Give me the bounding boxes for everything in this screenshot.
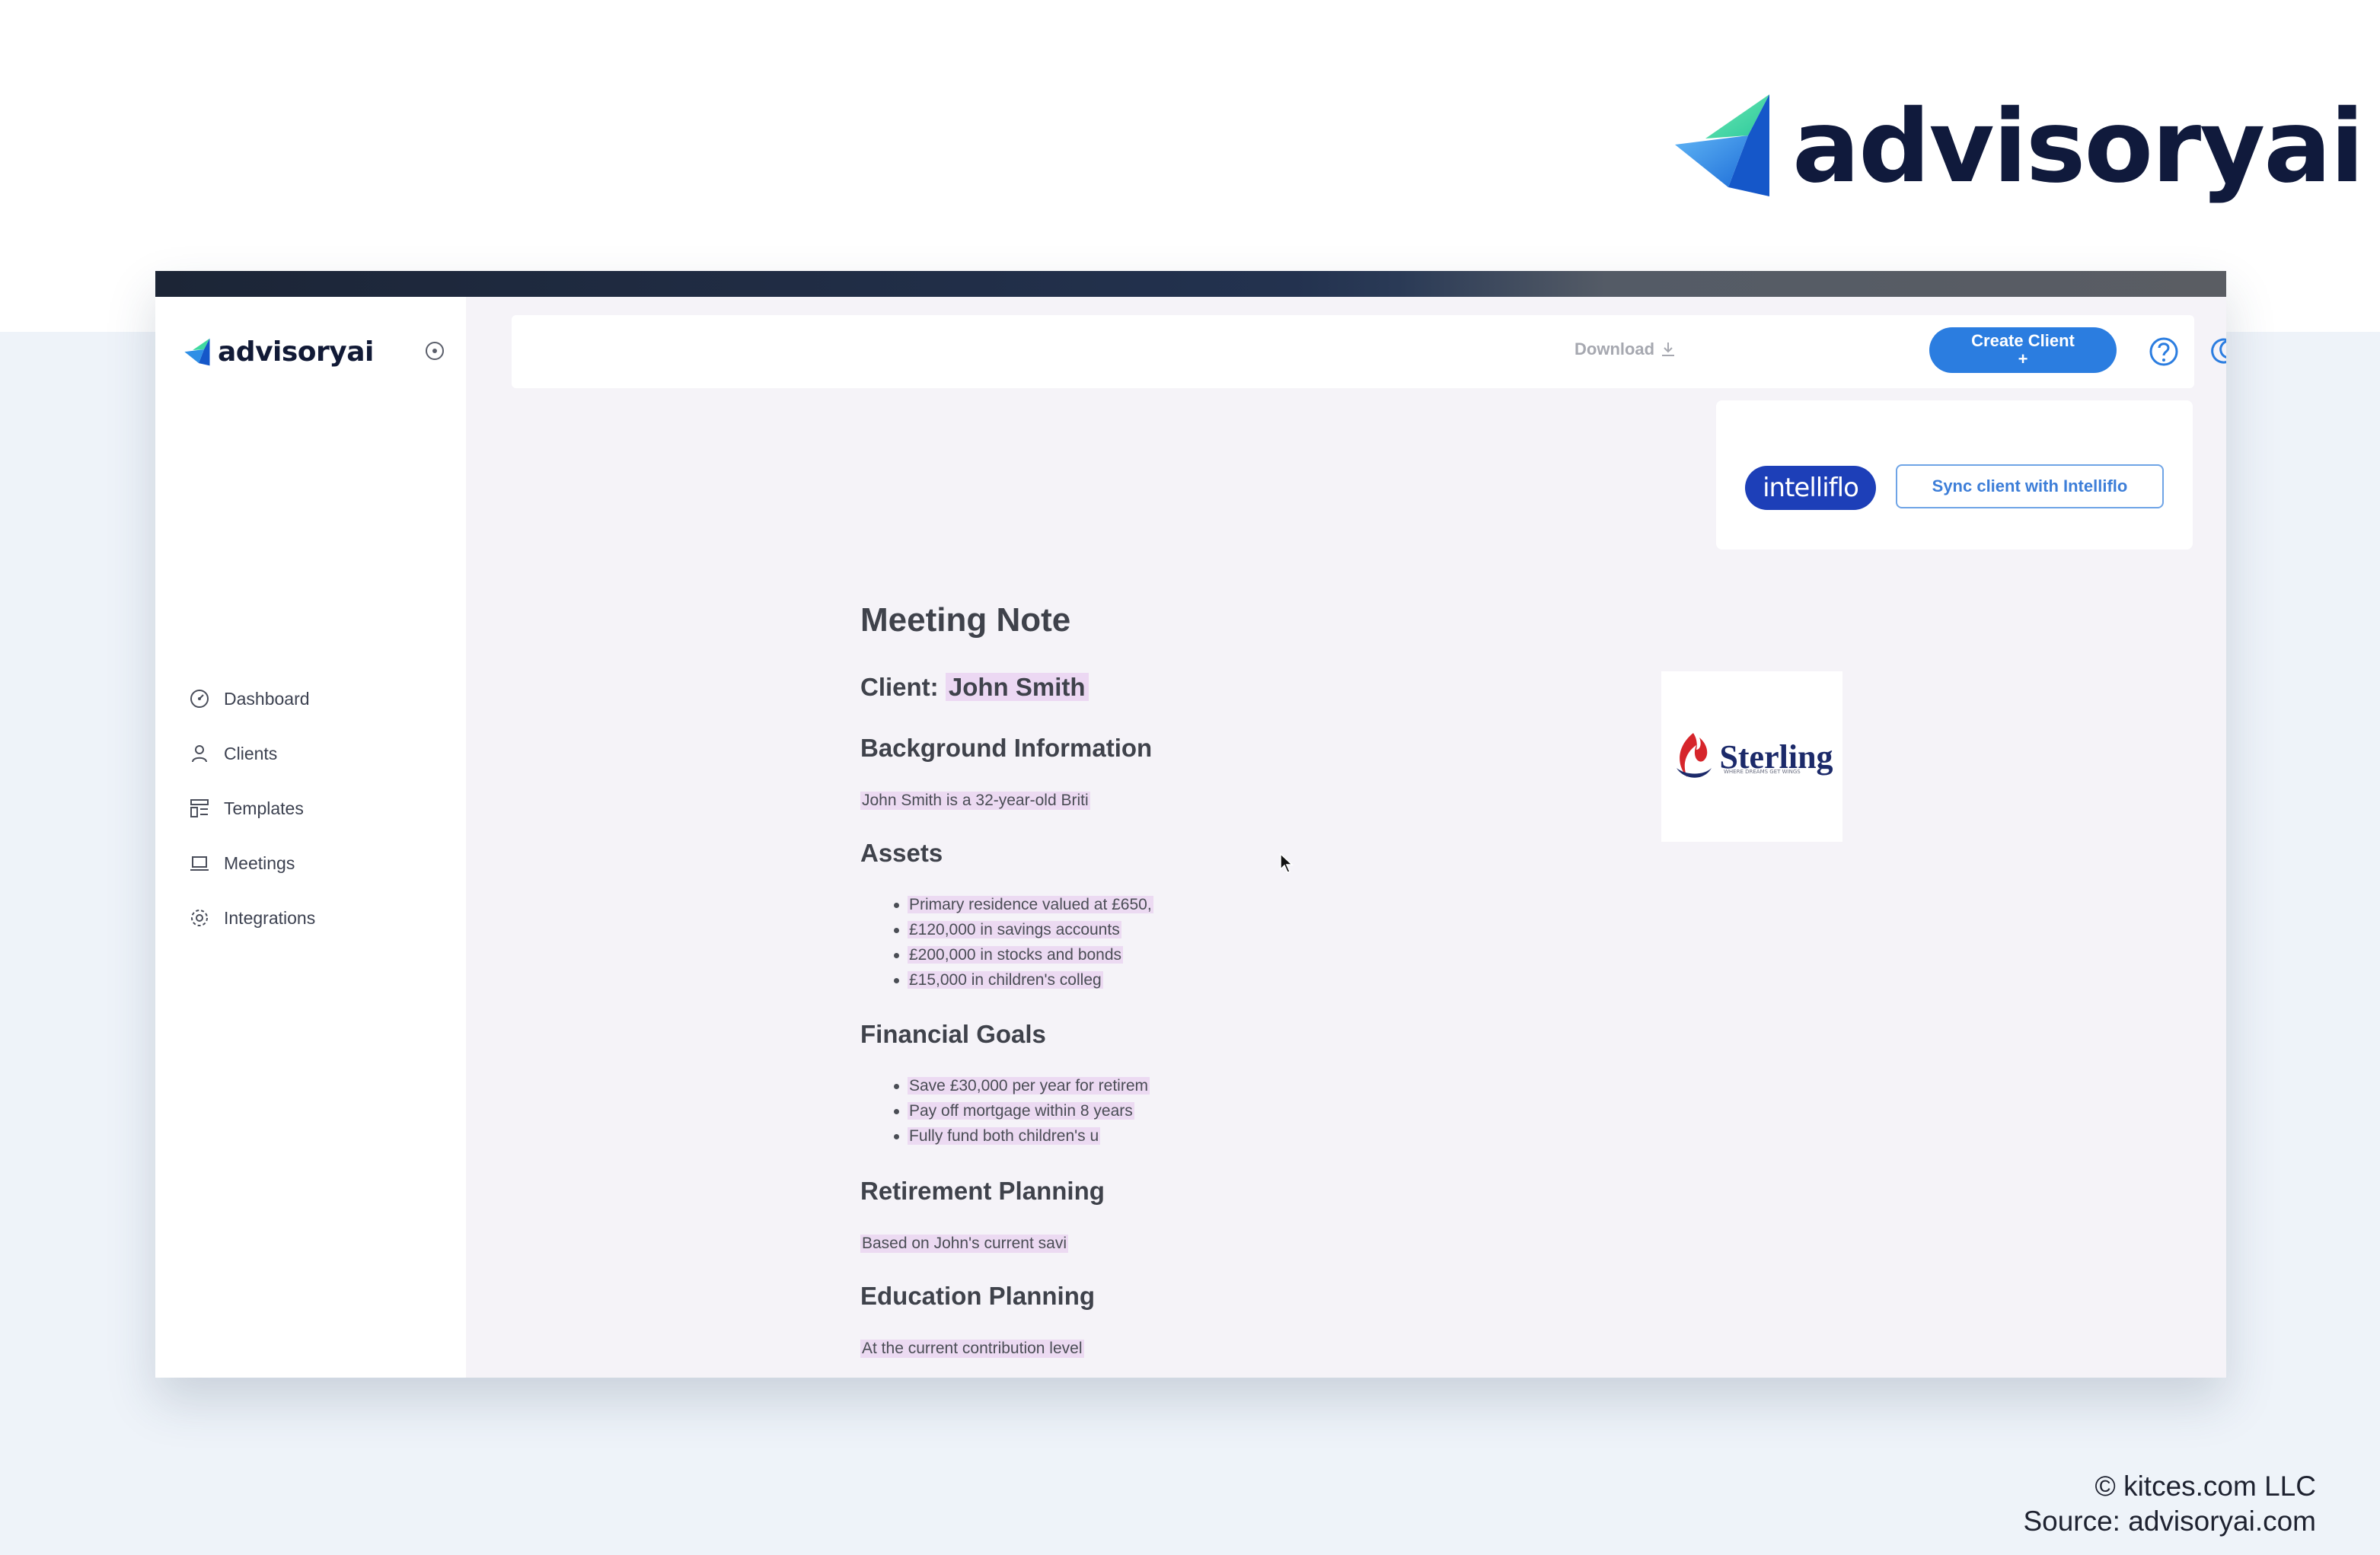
sterling-tagline: WHERE DREAMS GET WINGS	[1724, 769, 1801, 775]
sidebar-logo[interactable]: advisoryai	[183, 336, 374, 368]
sidebar-item-clients[interactable]: Clients	[189, 738, 277, 769]
laptop-icon	[190, 856, 209, 871]
sterling-logo: Sterling WHERE DREAMS GET WINGS	[1661, 671, 1842, 842]
sidebar-item-label: Integrations	[224, 907, 316, 928]
sidebar-brand-name: advisoryai	[218, 336, 374, 368]
sync-intelliflo-button[interactable]: Sync client with Intelliflo	[1896, 464, 2164, 508]
assets-list: Primary residence valued at £650, £120,0…	[892, 892, 1153, 993]
mouse-cursor-icon	[1280, 852, 1294, 873]
sidebar-item-integrations[interactable]: Integrations	[189, 903, 315, 933]
sidebar-item-dashboard[interactable]: Dashboard	[189, 683, 310, 714]
goals-list: Save £30,000 per year for retirem Pay of…	[892, 1073, 1150, 1149]
retirement-text: Based on John's current savi	[860, 1235, 1068, 1253]
app-window: advisoryai Dashboard Clients Templates M…	[155, 271, 2226, 1378]
user-icon	[192, 745, 207, 763]
background-heading: Background Information	[860, 734, 1153, 762]
create-client-button[interactable]: Create Client +	[1929, 327, 2117, 373]
list-item: Primary residence valued at £650,	[892, 892, 1153, 917]
window-title-bar	[155, 271, 2226, 297]
templates-icon	[190, 799, 209, 817]
dark-mode-icon[interactable]	[2206, 335, 2226, 368]
sidebar: advisoryai Dashboard Clients Templates M…	[155, 297, 466, 1378]
source-credit: © kitces.com LLC Source: advisoryai.com	[2023, 1469, 2316, 1539]
download-label: Download	[1574, 339, 1655, 358]
dashboard-icon	[190, 690, 209, 708]
brand-name: advisoryai	[1792, 88, 2365, 206]
list-item: £15,000 in children's colleg	[892, 967, 1153, 993]
goals-heading: Financial Goals	[860, 1020, 1046, 1048]
top-bar: Download Create Client + HT	[512, 315, 2226, 388]
download-button[interactable]: Download	[1574, 339, 1677, 359]
client-name: John Smith	[945, 673, 1089, 701]
retirement-heading: Retirement Planning	[860, 1177, 1105, 1205]
client-label: Client:	[860, 673, 939, 701]
source-line: Source: advisoryai.com	[2023, 1506, 2316, 1537]
sidebar-item-label: Clients	[224, 743, 278, 763]
advisoryai-mark-icon	[184, 338, 210, 365]
advisoryai-mark-icon	[1675, 94, 1769, 196]
advisoryai-logo: advisoryai	[1672, 88, 2365, 206]
background-text: John Smith is a 32-year-old Briti	[860, 792, 1090, 810]
download-icon	[1662, 343, 1675, 356]
list-item: Pay off mortgage within 8 years	[892, 1098, 1150, 1123]
create-client-label: Create Client	[1971, 330, 2075, 350]
client-heading: Client: John Smith	[860, 673, 1089, 702]
list-item: £200,000 in stocks and bonds	[892, 942, 1153, 967]
sidebar-item-meetings[interactable]: Meetings	[189, 848, 295, 878]
gear-icon	[191, 910, 208, 926]
intelliflo-logo: intelliflo	[1745, 466, 1876, 510]
list-item: Save £30,000 per year for retirem	[892, 1073, 1150, 1098]
collapse-sidebar-icon[interactable]	[423, 339, 446, 362]
plus-icon: +	[2018, 349, 2028, 368]
sidebar-item-templates[interactable]: Templates	[189, 793, 304, 824]
help-icon[interactable]	[2147, 335, 2181, 368]
education-text: At the current contribution level	[860, 1340, 1084, 1358]
assets-heading: Assets	[860, 839, 943, 867]
sidebar-item-label: Meetings	[224, 852, 295, 873]
education-heading: Education Planning	[860, 1282, 1096, 1310]
list-item: £120,000 in savings accounts	[892, 917, 1153, 942]
integration-card: intelliflo Sync client with Intelliflo	[1716, 400, 2193, 550]
list-item: Fully fund both children's u	[892, 1123, 1150, 1149]
sidebar-item-label: Dashboard	[224, 688, 310, 709]
sterling-flame-icon	[1677, 733, 1712, 778]
copyright-line: © kitces.com LLC	[2094, 1471, 2316, 1502]
sidebar-item-label: Templates	[224, 798, 304, 818]
document-title: Meeting Note	[860, 601, 1071, 639]
